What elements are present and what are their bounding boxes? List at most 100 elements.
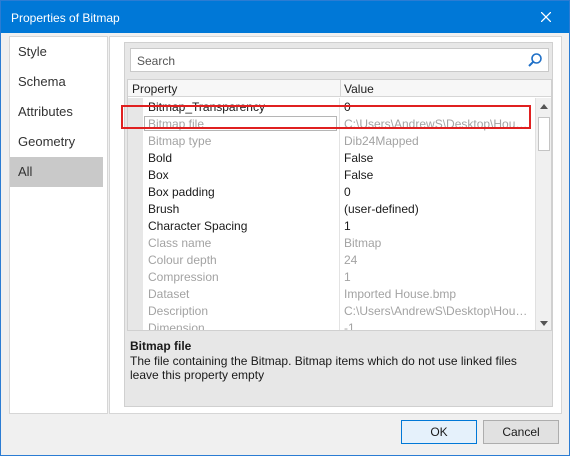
table-row[interactable]: Brush (user-defined) [128,200,533,217]
table-row[interactable]: Bitmap type Dib24Mapped [128,132,533,149]
cell-divider [339,251,340,268]
sidebar-item-all[interactable]: All [10,157,103,187]
search-icon[interactable] [527,52,543,68]
column-header-property[interactable]: Property [132,82,177,96]
cancel-button[interactable]: Cancel [483,420,559,444]
property-name: Character Spacing [148,219,248,233]
cell-divider [339,234,340,251]
column-divider[interactable] [340,80,341,97]
search-placeholder: Search [137,54,176,68]
table-row[interactable]: Description C:\Users\AndrewS\Desktop\Hous… [128,302,533,319]
cell-divider [339,183,340,200]
property-value: C:\Users\AndrewS\Desktop\House.... [344,117,530,131]
sidebar-item-attributes[interactable]: Attributes [10,97,103,127]
row-gutter [128,234,143,251]
sidebar-item-schema[interactable]: Schema [10,67,103,97]
property-value[interactable]: (user-defined) [344,202,530,216]
close-button[interactable] [523,1,569,33]
cell-divider [339,98,340,115]
property-name: Compression [148,270,219,284]
property-name: Colour depth [148,253,217,267]
cell-divider [339,149,340,166]
scroll-down-button[interactable] [536,315,551,330]
title-bar: Properties of Bitmap [1,1,569,33]
property-value[interactable]: 1 [344,219,530,233]
row-gutter [128,132,143,149]
table-row[interactable]: Bitmap_Transparency 0 [128,98,533,115]
ok-button[interactable]: OK [401,420,477,444]
row-gutter [128,217,143,234]
column-header-value[interactable]: Value [344,82,374,96]
table-row[interactable]: Dimension -1 [128,319,533,331]
grid-header: Property Value [128,80,551,97]
property-rows: Bitmap_Transparency 0 Bitmap file C:\Users\… [128,98,533,331]
property-value[interactable]: False [344,168,530,182]
property-name: Description [148,304,209,318]
description-text: The file containing the Bitmap. Bitmap i… [130,354,517,382]
table-row[interactable]: Box padding 0 [128,183,533,200]
properties-panel: Search Property Value Bitmap_Transparenc… [109,36,562,414]
row-gutter [128,251,143,268]
row-gutter [128,200,143,217]
table-row[interactable]: Colour depth 24 [128,251,533,268]
cell-divider [339,132,340,149]
cell-divider [339,200,340,217]
property-name: Bitmap_Transparency [148,100,265,114]
property-name: Brush [148,202,180,216]
table-row[interactable]: Character Spacing 1 [128,217,533,234]
sidebar-item-geometry[interactable]: Geometry [10,127,103,157]
property-name: Class name [148,236,212,250]
property-grid-container: Search Property Value Bitmap_Transparenc… [124,42,553,407]
table-row[interactable]: Bitmap file C:\Users\AndrewS\Desktop\Hous… [128,115,533,132]
cell-divider [339,217,340,234]
row-gutter [128,183,143,200]
table-row[interactable]: Dataset Imported House.bmp [128,285,533,302]
row-gutter [128,285,143,302]
dialog-footer: OK Cancel [1,415,569,455]
property-name: Bitmap file [148,117,205,131]
property-value: Imported House.bmp [344,287,457,301]
category-sidebar: Style Schema Attributes Geometry All [9,36,108,414]
property-name: Bitmap type [148,134,212,148]
cell-divider [339,319,340,330]
table-row[interactable]: Box False [128,166,533,183]
vertical-scrollbar[interactable] [535,98,551,330]
property-name: Bold [148,151,173,165]
property-value: Bitmap [344,236,382,250]
table-row[interactable]: Bold False [128,149,533,166]
cell-divider [339,285,340,302]
search-input[interactable]: Search [130,48,549,72]
close-icon [541,12,551,22]
cell-divider [339,268,340,285]
table-row[interactable]: Class name Bitmap [128,234,533,251]
scrollbar-thumb[interactable] [538,117,550,151]
property-value: -1 [344,321,355,331]
property-grid: Property Value Bitmap_Transparency 0 Bitma… [127,79,552,331]
window-title: Properties of Bitmap [11,11,120,25]
sidebar-item-style[interactable]: Style [10,37,103,67]
cell-divider [339,166,340,183]
properties-dialog: Properties of Bitmap Style Schema Attrib… [0,0,570,456]
row-gutter [128,319,143,330]
description-title: Bitmap file [130,339,192,353]
row-gutter [128,149,143,166]
property-value[interactable]: 0 [344,100,530,114]
property-value[interactable]: False [344,151,530,165]
row-gutter [128,98,143,115]
arrow-down-icon [540,320,548,326]
property-name: Dimension [148,321,205,331]
cell-divider [339,302,340,319]
cell-divider [339,115,340,132]
property-value: C:\Users\AndrewS\Desktop\House.... [344,304,530,318]
scroll-up-button[interactable] [536,98,551,114]
row-gutter [128,115,143,132]
table-row[interactable]: Compression 1 [128,268,533,285]
property-value: 1 [344,270,351,284]
property-value[interactable]: 0 [344,185,530,199]
row-gutter [128,302,143,319]
property-name: Dataset [148,287,190,301]
description-pane: Bitmap file The file containing the Bitm… [127,334,552,404]
property-value: Dib24Mapped [344,134,419,148]
property-value: 24 [344,253,358,267]
property-name: Box padding [148,185,215,199]
